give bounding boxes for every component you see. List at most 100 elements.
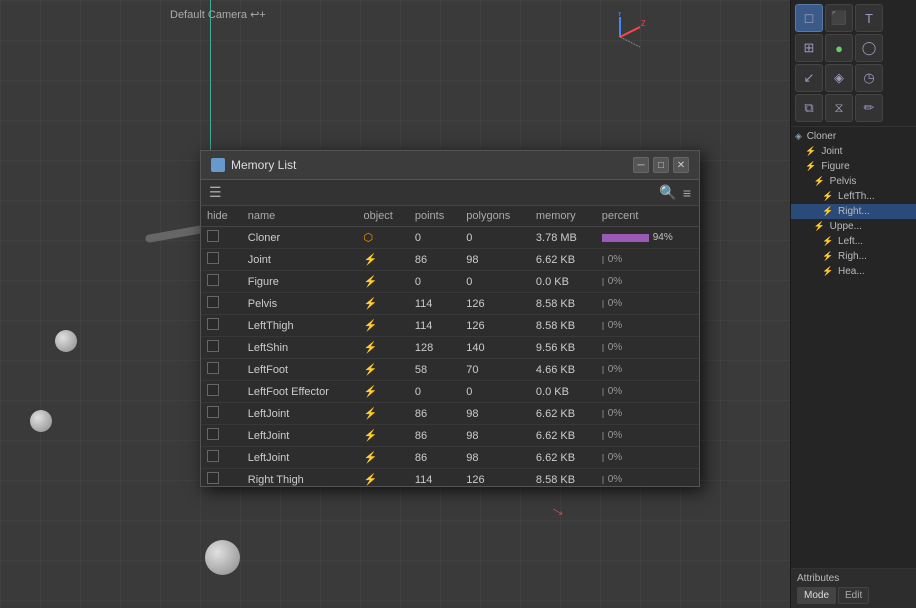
search-icon[interactable]: 🔍 (659, 184, 676, 201)
row-percent: 0% (596, 293, 699, 315)
row-memory: 0.0 KB (530, 381, 596, 403)
row-object-icon: ⚡ (357, 359, 408, 381)
row-polygons: 98 (460, 249, 530, 271)
bezier-icon[interactable]: ⧖ (825, 94, 853, 122)
col-name[interactable]: name (242, 206, 358, 227)
dialog-title-area: Memory List (211, 158, 296, 172)
row-percent: 0% (596, 447, 699, 469)
col-object[interactable]: object (357, 206, 408, 227)
row-points: 86 (409, 447, 460, 469)
row-polygons: 140 (460, 337, 530, 359)
tree-item-2[interactable]: ⚡ Figure (791, 159, 916, 174)
hamburger-icon[interactable]: ☰ (209, 184, 222, 201)
row-points: 114 (409, 315, 460, 337)
row-name: LeftShin (242, 337, 358, 359)
row-checkbox-1[interactable] (207, 252, 219, 264)
row-checkbox-7[interactable] (207, 384, 219, 396)
attr-tab-edit[interactable]: Edit (838, 587, 869, 604)
row-object-icon: ⚡ (357, 425, 408, 447)
import-icon[interactable]: ↙ (795, 64, 823, 92)
row-checkbox-2[interactable] (207, 274, 219, 286)
attr-tab-mode[interactable]: Mode (797, 587, 836, 604)
row-polygons: 98 (460, 447, 530, 469)
memory-list-dialog: Memory List ─ □ ✕ ☰ 🔍 ≡ hide name object… (200, 150, 700, 487)
row-memory: 3.78 MB (530, 227, 596, 249)
row-memory: 8.58 KB (530, 293, 596, 315)
tree-item-5[interactable]: ⚡ Right... (791, 204, 916, 219)
tree-item-1[interactable]: ⚡ Joint (791, 144, 916, 159)
dialog-toolbar: ☰ 🔍 ≡ (201, 180, 699, 206)
paint-icon[interactable]: ◈ (825, 64, 853, 92)
table-row: Pelvis⚡1141268.58 KB 0% (201, 293, 699, 315)
row-polygons: 98 (460, 425, 530, 447)
dialog-titlebar[interactable]: Memory List ─ □ ✕ (201, 151, 699, 180)
row-checkbox-10[interactable] (207, 450, 219, 462)
row-object-icon: ⚡ (357, 447, 408, 469)
row-name: Figure (242, 271, 358, 293)
row-checkbox-5[interactable] (207, 340, 219, 352)
tree-item-0[interactable]: ◈ Cloner (791, 129, 916, 144)
sphere-2 (30, 410, 52, 432)
select-tool-icon[interactable]: ◻ (795, 4, 823, 32)
right-panel: ◻ ⬛ T ⊞ ● ◯ ↙ ◈ ◷ ⧉ ⧖ ✏ ◈ Cloner ⚡ Joint… (790, 0, 916, 608)
row-percent: 0% (596, 381, 699, 403)
table-row: Cloner⬡003.78 MB 94% (201, 227, 699, 249)
row-checkbox-9[interactable] (207, 428, 219, 440)
row-memory: 8.58 KB (530, 315, 596, 337)
tree-item-3[interactable]: ⚡ Pelvis (791, 174, 916, 189)
row-percent: 0% (596, 315, 699, 337)
close-button[interactable]: ✕ (673, 157, 689, 173)
edit-pencil-icon[interactable]: ✏ (855, 94, 883, 122)
tree-item-7[interactable]: ⚡ Left... (791, 234, 916, 249)
text-tool-icon[interactable]: T (855, 4, 883, 32)
row-object-icon: ⚡ (357, 337, 408, 359)
layers-icon[interactable]: ⧉ (795, 94, 823, 122)
row-object-icon: ⚡ (357, 271, 408, 293)
axis-gizmo: Y Z (595, 12, 645, 62)
row-polygons: 0 (460, 227, 530, 249)
col-memory[interactable]: memory (530, 206, 596, 227)
tree-item-6[interactable]: ⚡ Uppe... (791, 219, 916, 234)
col-percent[interactable]: percent (596, 206, 699, 227)
row-checkbox-4[interactable] (207, 318, 219, 330)
row-checkbox-8[interactable] (207, 406, 219, 418)
row-object-icon: ⬡ (357, 227, 408, 249)
col-hide[interactable]: hide (201, 206, 242, 227)
row-name: LeftJoint (242, 447, 358, 469)
row-checkbox-3[interactable] (207, 296, 219, 308)
sphere-1 (55, 330, 77, 352)
filter-icon[interactable]: ≡ (683, 185, 691, 201)
maximize-button[interactable]: □ (653, 157, 669, 173)
tree-item-9[interactable]: ⚡ Hea... (791, 264, 916, 279)
row-points: 128 (409, 337, 460, 359)
row-object-icon: ⚡ (357, 293, 408, 315)
minimize-button[interactable]: ─ (633, 157, 649, 173)
grid-icon[interactable]: ⊞ (795, 34, 823, 62)
svg-text:Y: Y (617, 12, 623, 18)
row-checkbox-6[interactable] (207, 362, 219, 374)
tree-item-8[interactable]: ⚡ Righ... (791, 249, 916, 264)
row-object-icon: ⚡ (357, 249, 408, 271)
row-name: Right Thigh (242, 469, 358, 487)
col-polygons[interactable]: polygons (460, 206, 530, 227)
table-row: LeftJoint⚡86986.62 KB 0% (201, 403, 699, 425)
tree-item-4[interactable]: ⚡ LeftTh... (791, 189, 916, 204)
row-memory: 0.0 KB (530, 271, 596, 293)
col-points[interactable]: points (409, 206, 460, 227)
clock-icon[interactable]: ◷ (855, 64, 883, 92)
row-name: LeftJoint (242, 425, 358, 447)
row-name: Cloner (242, 227, 358, 249)
dialog-controls: ─ □ ✕ (633, 157, 689, 173)
cube-icon[interactable]: ⬛ (825, 4, 853, 32)
dialog-table-scroll[interactable]: hide name object points polygons memory … (201, 206, 699, 486)
row-memory: 9.56 KB (530, 337, 596, 359)
toolbar-right: 🔍 ≡ (659, 184, 691, 201)
table-row: LeftThigh⚡1141268.58 KB 0% (201, 315, 699, 337)
row-memory: 4.66 KB (530, 359, 596, 381)
ring-icon[interactable]: ◯ (855, 34, 883, 62)
dialog-title-text: Memory List (231, 158, 296, 172)
green-ball-icon[interactable]: ● (825, 34, 853, 62)
row-checkbox-11[interactable] (207, 472, 219, 484)
row-checkbox-0[interactable] (207, 230, 219, 242)
row-points: 86 (409, 403, 460, 425)
